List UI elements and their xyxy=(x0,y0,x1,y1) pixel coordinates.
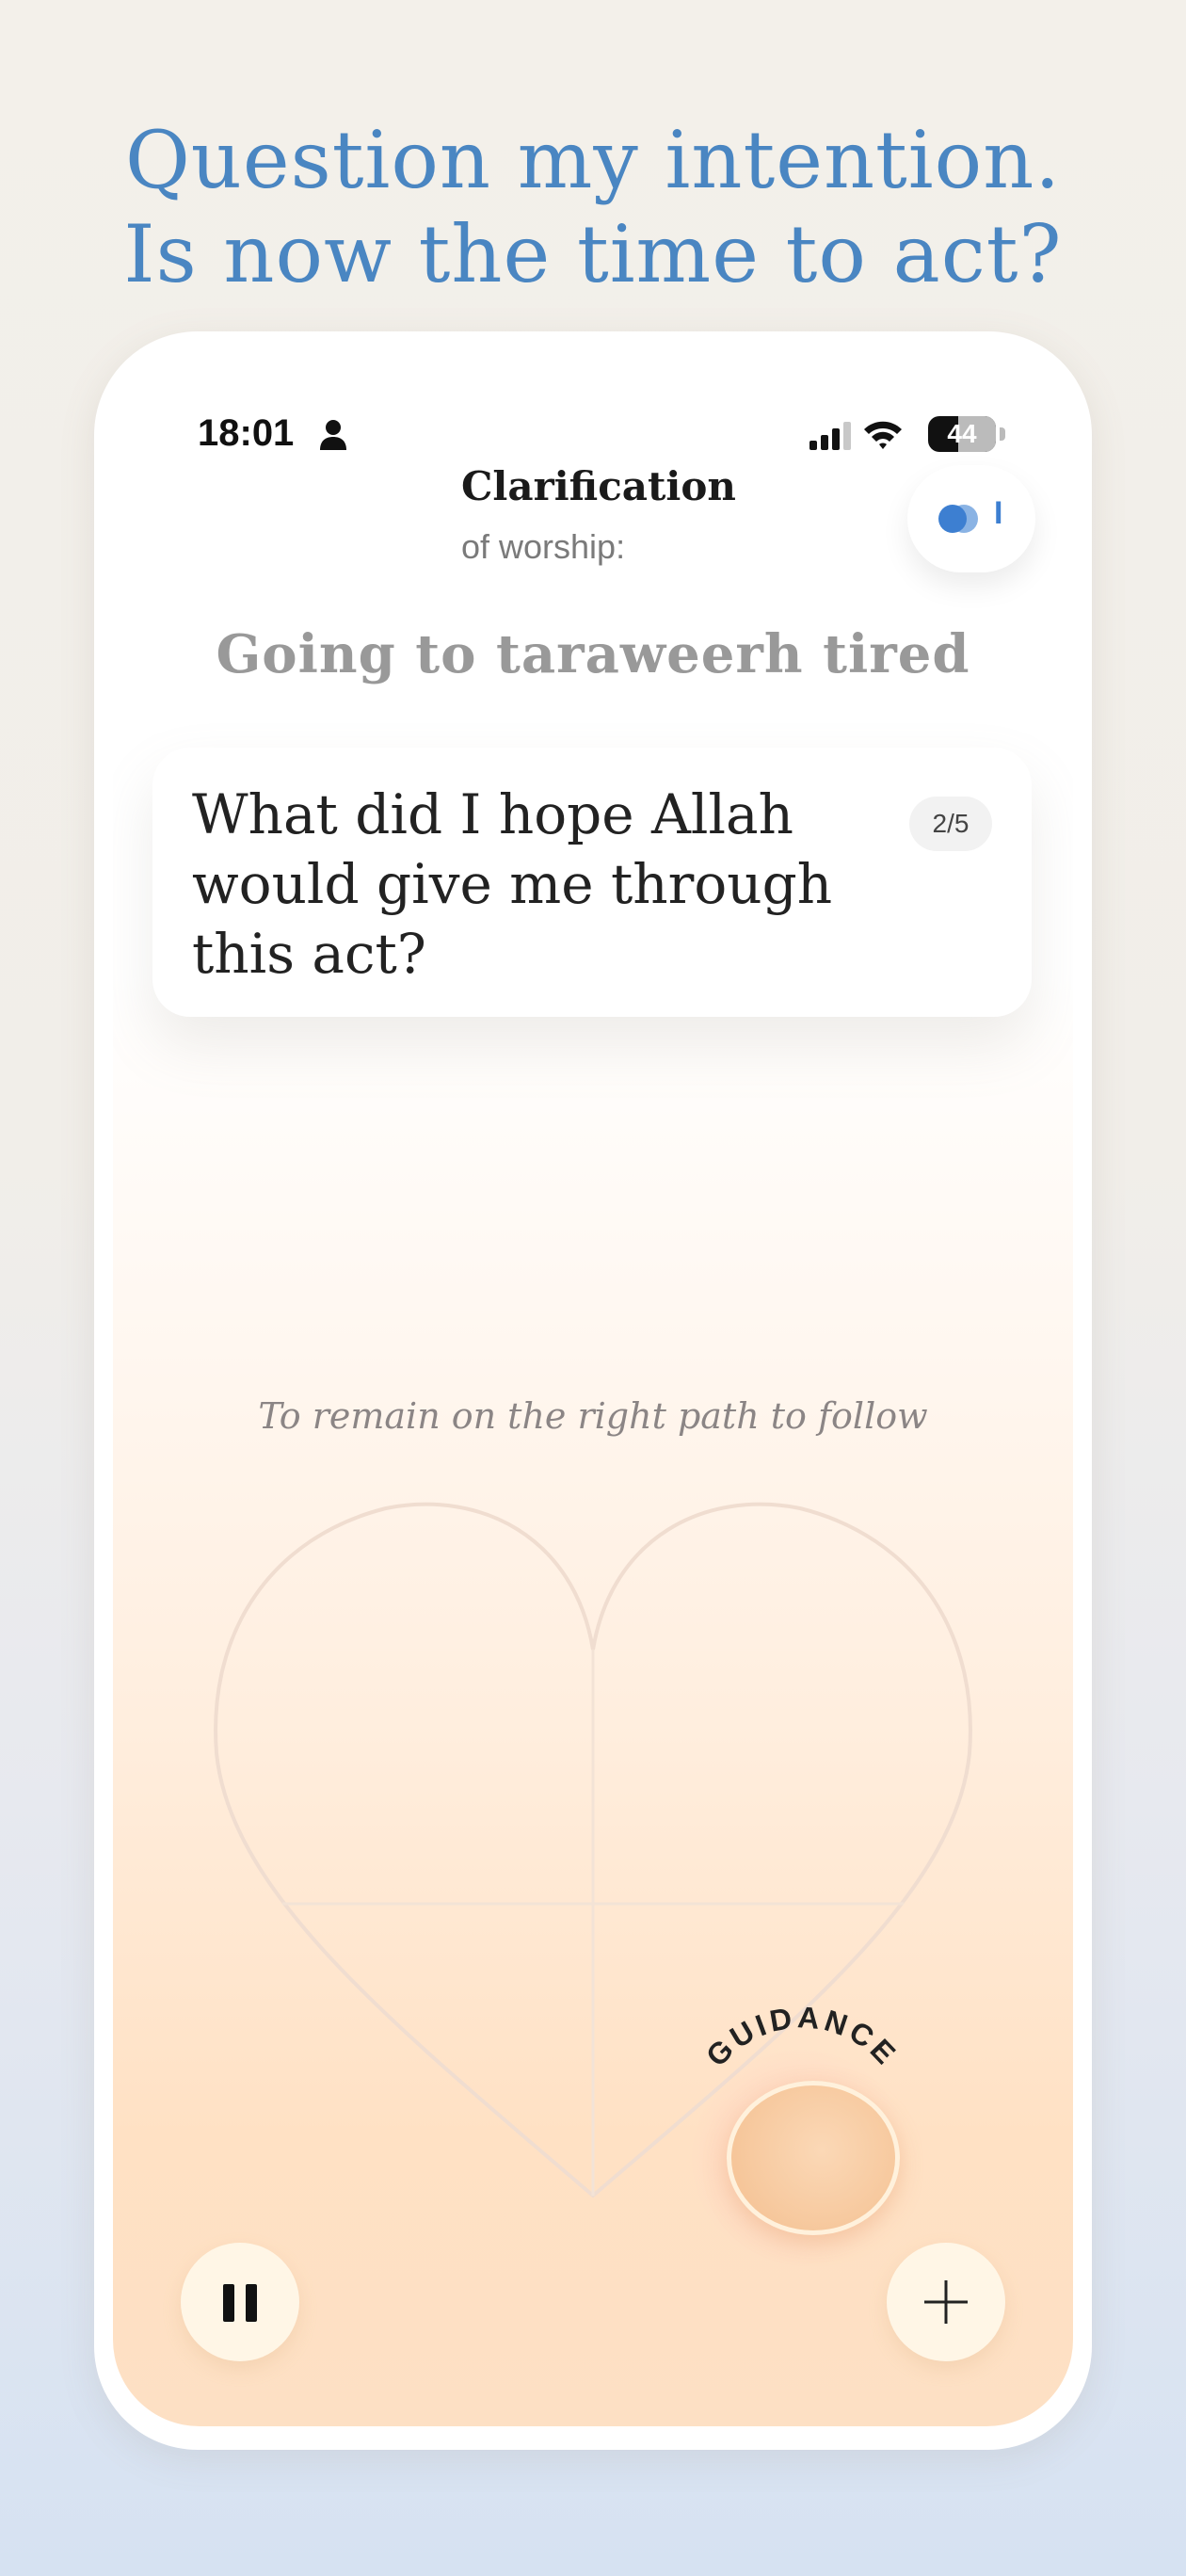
phone-frame: 18:01 44 Clarification of worship: I Goi… xyxy=(94,331,1092,2450)
status-time: 18:01 xyxy=(198,412,295,454)
battery-level: 44 xyxy=(947,419,977,448)
question-text: What did I hope Allah would give me thro… xyxy=(192,782,833,986)
toggle-count: I xyxy=(994,495,1003,531)
app-screen: 18:01 44 Clarification of worship: I Goi… xyxy=(113,350,1073,2426)
plus-icon xyxy=(924,2280,968,2324)
header-title: Clarification xyxy=(461,463,736,509)
wifi-icon xyxy=(864,421,902,449)
guidance-orb-button[interactable]: GUIDANCE xyxy=(649,1951,951,2266)
battery-icon: 44 xyxy=(928,416,1007,452)
svg-text:GUIDANCE: GUIDANCE xyxy=(699,2000,905,2073)
question-card: What did I hope Allah would give me thro… xyxy=(152,748,1032,1017)
worship-title: Going to taraweerh tired xyxy=(216,623,970,685)
promo-heading-line-2: Is now the time to act? xyxy=(123,208,1063,300)
pause-button[interactable] xyxy=(181,2243,299,2361)
person-icon xyxy=(320,420,346,450)
cellular-signal-icon xyxy=(809,422,851,450)
pause-icon xyxy=(223,2284,257,2322)
header-subtitle: of worship: xyxy=(461,527,626,566)
hint-text: To remain on the right path to follow xyxy=(258,1395,928,1437)
promo-heading-line-1: Question my intention. xyxy=(124,114,1062,206)
add-button[interactable] xyxy=(887,2243,1005,2361)
status-bar: 18:01 44 xyxy=(198,407,1007,463)
guidance-label: GUIDANCE xyxy=(699,2000,905,2073)
question-progress-badge: 2/5 xyxy=(909,797,992,851)
guidance-label-text: GUIDANCE xyxy=(699,2000,901,2073)
battery-body: 44 xyxy=(928,416,996,452)
promo-heading: Question my intention. Is now the time t… xyxy=(0,113,1186,301)
battery-tip xyxy=(1000,427,1005,441)
overlapping-circles-icon xyxy=(938,505,978,533)
intention-toggle-button[interactable]: I xyxy=(907,465,1035,572)
